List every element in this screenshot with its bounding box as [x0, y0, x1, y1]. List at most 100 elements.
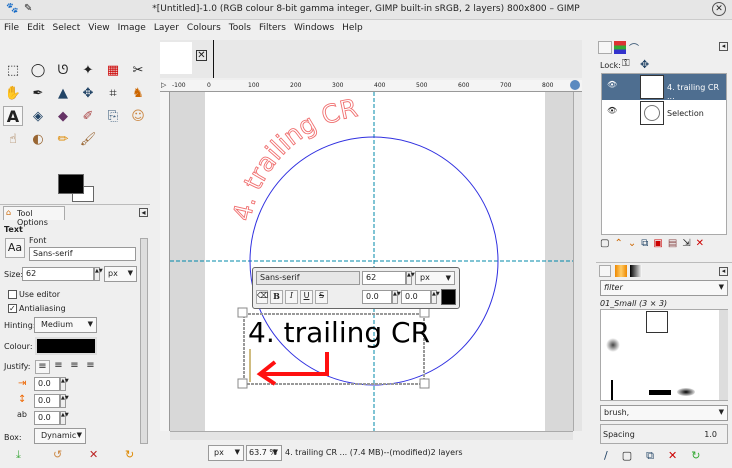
foreground-select-tool[interactable]: ✋	[3, 83, 23, 103]
configure-tab-icon[interactable]: ◂	[719, 42, 728, 51]
configure-tab-icon[interactable]: ◂	[139, 208, 148, 217]
italic-button[interactable]: I	[285, 290, 298, 304]
free-select-tool[interactable]: ᘎ	[53, 60, 73, 80]
vertical-scrollbar[interactable]	[573, 92, 582, 431]
justify-center-button[interactable]: ≡	[67, 360, 82, 374]
line-spacing-input[interactable]: 0.0	[34, 394, 60, 408]
menu-image[interactable]: Image	[114, 20, 150, 33]
close-window-button[interactable]: ✕	[712, 2, 726, 16]
raise-layer-icon[interactable]: ⌃	[614, 238, 627, 249]
menu-help[interactable]: Help	[338, 20, 367, 33]
kerning-input[interactable]: 0.0	[401, 290, 431, 304]
menu-windows[interactable]: Windows	[290, 20, 338, 33]
delete-layer-icon[interactable]: ✕	[696, 238, 709, 249]
brush-tag-filter[interactable]: filter	[600, 280, 728, 296]
menu-colours[interactable]: Colours	[183, 20, 225, 33]
crop-tool[interactable]: ⌗	[103, 83, 123, 103]
justify-right-button[interactable]: ≡	[51, 360, 66, 374]
menu-select[interactable]: Select	[49, 20, 85, 33]
indent-input[interactable]: 0.0	[34, 377, 60, 391]
menu-view[interactable]: View	[84, 20, 113, 33]
text-tool[interactable]: A	[3, 106, 23, 126]
color-picker-tool[interactable]: ▲	[53, 83, 73, 103]
scissors-tool[interactable]: ✂	[128, 60, 148, 80]
edit-brush-icon[interactable]: /	[604, 449, 622, 462]
dodge-tool[interactable]: ◐	[28, 129, 48, 149]
layer-row[interactable]: 👁 Selection	[602, 100, 726, 126]
toolbar-font-input[interactable]: Sans-serif	[256, 271, 360, 285]
canvas-area[interactable]: 4. trailing CR 4. trailing CR Sans-serif…	[170, 92, 573, 431]
line-spacing-spinner[interactable]: ▲▼	[60, 394, 69, 408]
paintbrush-tool[interactable]: 🖌	[78, 129, 98, 149]
lock-position-icon[interactable]: ✥	[640, 58, 649, 71]
tab-gradients[interactable]	[630, 265, 642, 277]
toolbar-size-input[interactable]: 62	[362, 271, 406, 285]
ellipse-select-tool[interactable]: ◯	[28, 60, 48, 80]
size-spinner[interactable]: ▲▼	[94, 267, 103, 281]
unit-select[interactable]: px	[208, 445, 244, 461]
indent-spinner[interactable]: ▲▼	[60, 377, 69, 391]
justify-left-button[interactable]: ≡	[35, 360, 50, 374]
color-select-tool[interactable]: ▦	[103, 60, 123, 80]
image-tab-thumbnail[interactable]	[160, 42, 192, 74]
layer-row[interactable]: 👁 4. trailing CR ...	[602, 74, 726, 101]
clone-tool[interactable]: ⎘	[103, 106, 123, 126]
menu-file[interactable]: File	[0, 20, 23, 33]
text-colour-button[interactable]	[35, 337, 97, 355]
lock-alpha-icon[interactable]: ⚿	[622, 58, 630, 69]
menu-layer[interactable]: Layer	[150, 20, 183, 33]
navigate-icon[interactable]	[570, 80, 580, 90]
toolbar-size-spinner[interactable]: ▲▼	[406, 271, 415, 285]
zoom-select[interactable]: 63.7 %	[246, 445, 282, 461]
tool-options-scrollbar[interactable]	[140, 238, 148, 444]
tab-layers[interactable]	[598, 41, 612, 54]
bucket-fill-tool[interactable]: ◈	[28, 106, 48, 126]
tab-brushes[interactable]	[599, 265, 611, 277]
horizontal-scrollbar[interactable]	[170, 431, 573, 440]
delete-brush-icon[interactable]: ✕	[668, 449, 691, 462]
new-layer-icon[interactable]: ▢	[600, 238, 614, 249]
lower-layer-icon[interactable]: ⌄	[628, 238, 641, 249]
bold-button[interactable]: B	[270, 290, 283, 304]
baseline-input[interactable]: 0.0	[362, 290, 392, 304]
brush-grid-scrollbar[interactable]	[719, 310, 728, 400]
quick-mask-toggle-icon[interactable]: ▷	[161, 81, 166, 89]
duplicate-layer-icon[interactable]: ⧉	[641, 238, 653, 249]
heal-tool[interactable]: ☺	[128, 106, 148, 126]
smudge-tool[interactable]: ☝	[3, 129, 23, 149]
font-preview-button[interactable]: Aa	[5, 238, 25, 258]
pencil-tool[interactable]: ✏	[53, 129, 73, 149]
antialiasing-checkbox[interactable]: ✓	[8, 304, 17, 313]
airbrush-tool[interactable]: ✐	[78, 106, 98, 126]
spacing-slider[interactable]: Spacing 1.0	[600, 424, 728, 444]
clear-style-button[interactable]: ⌫	[256, 290, 268, 304]
box-select[interactable]: Dynamic	[34, 428, 86, 444]
brush-ellipse[interactable]	[677, 388, 695, 396]
tab-patterns[interactable]	[615, 265, 627, 277]
eraser-tool[interactable]: ◆	[53, 106, 73, 126]
fuzzy-select-tool[interactable]: ✦	[78, 60, 98, 80]
toolbar-unit-select[interactable]: px	[415, 271, 455, 285]
brush-block[interactable]	[649, 390, 671, 395]
hinting-select[interactable]: Medium	[34, 317, 97, 333]
configure-tab-icon[interactable]: ◂	[719, 267, 728, 276]
letter-spacing-spinner[interactable]: ▲▼	[60, 411, 69, 425]
brush-selected[interactable]	[646, 311, 668, 333]
rect-select-tool[interactable]: ⬚	[3, 60, 23, 80]
merge-layer-icon[interactable]: ⇲	[682, 238, 695, 249]
brush-line[interactable]	[611, 380, 613, 400]
font-input[interactable]: Sans-serif	[29, 247, 136, 261]
duplicate-brush-icon[interactable]: ⧉	[646, 449, 668, 462]
strikethrough-button[interactable]: S	[315, 290, 328, 304]
new-brush-icon[interactable]: ▢	[622, 449, 646, 462]
tab-paths[interactable]: ⌒	[629, 40, 639, 55]
anchor-layer-icon[interactable]: ▣	[653, 238, 667, 249]
kerning-spinner[interactable]: ▲▼	[431, 290, 440, 304]
visibility-eye-icon[interactable]: 👁	[607, 80, 617, 89]
refresh-brushes-icon[interactable]: ↻	[691, 449, 714, 462]
puppet-warp-tool[interactable]: ♞	[128, 83, 148, 103]
visibility-eye-icon[interactable]: 👁	[607, 106, 617, 115]
justify-fill-button[interactable]: ≡	[83, 360, 98, 374]
tab-channels[interactable]	[614, 41, 626, 54]
close-image-tab-icon[interactable]: ✕	[196, 50, 207, 61]
